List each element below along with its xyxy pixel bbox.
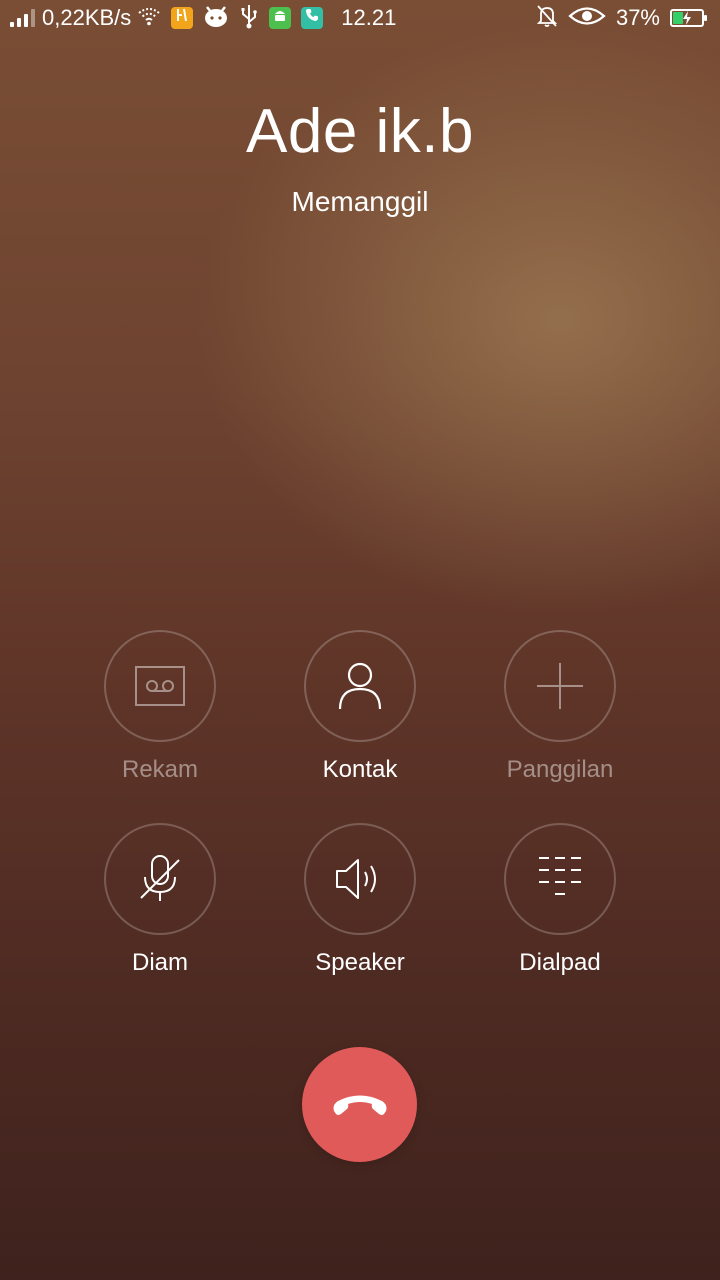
record-label: Rekam [121, 756, 199, 783]
contacts-control: Kontak [260, 630, 460, 784]
phone-call-icon [301, 7, 324, 29]
call-status: Memanggil [291, 186, 429, 217]
mic-off-icon [140, 855, 180, 901]
mute-button[interactable] [104, 823, 216, 935]
dialpad-label: Dialpad [519, 949, 601, 976]
plus-icon [537, 663, 583, 709]
hang-up-icon [333, 1095, 386, 1115]
record-control: Rekam [60, 630, 260, 784]
android-face-icon [203, 4, 229, 33]
speaker-label: Speaker [315, 949, 405, 976]
status-bar: 0,22KB/s 12.21 37% [0, 0, 720, 36]
eye-icon [568, 5, 606, 32]
add-call-button[interactable] [504, 630, 616, 742]
contacts-button[interactable] [304, 630, 416, 742]
speaker-control: Speaker [260, 823, 460, 977]
wifi-icon [137, 6, 161, 31]
contacts-label: Kontak [322, 756, 398, 783]
person-icon [338, 662, 382, 710]
app-notification-icon [171, 7, 194, 29]
record-button[interactable] [104, 630, 216, 742]
end-call-button[interactable] [302, 1047, 417, 1162]
signal-icon [10, 9, 36, 27]
speaker-button[interactable] [304, 823, 416, 935]
mute-label: Diam [131, 949, 188, 976]
add-call-control: Panggilan [460, 630, 660, 784]
voicemail-icon [135, 666, 185, 706]
battery-percent: 37% [615, 5, 660, 30]
usb-icon [239, 3, 259, 34]
mute-control: Diam [60, 823, 260, 977]
mute-bell-icon [536, 4, 558, 33]
network-speed: 0,22KB/s [42, 5, 132, 30]
speaker-icon [336, 859, 376, 899]
caller-name: Ade ik.b [245, 97, 475, 166]
battery-icon [670, 9, 707, 27]
status-bar-right: 37% [536, 0, 710, 36]
android-icon [269, 7, 292, 29]
dialpad-icon [539, 857, 581, 895]
dialpad-button[interactable] [504, 823, 616, 935]
add-call-label: Panggilan [506, 756, 614, 783]
status-bar-left: 0,22KB/s 12.21 [10, 0, 396, 36]
clock: 12.21 [341, 5, 397, 30]
dialpad-control: Dialpad [460, 823, 660, 977]
